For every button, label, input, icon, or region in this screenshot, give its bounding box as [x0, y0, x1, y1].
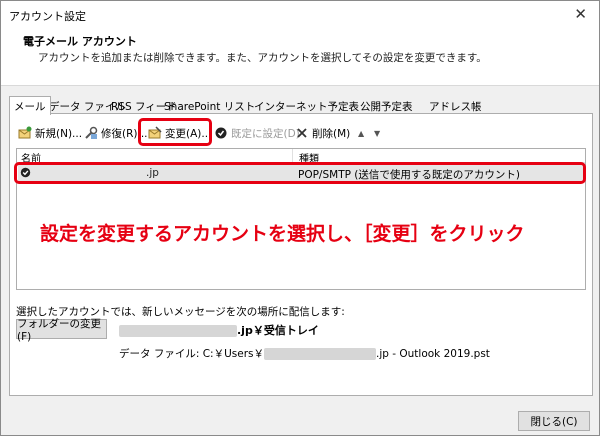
account-settings-dialog: アカウント設定 ✕ 電子メール アカウント アカウントを追加または削除できます。…: [0, 0, 600, 436]
data-file-path: データ ファイル: C:￥Users￥ .jp - Outlook 2019.ps…: [119, 346, 490, 361]
delete-button-label: 削除(M): [312, 127, 351, 140]
arrow-up-icon: ▲: [358, 128, 365, 138]
check-circle-icon: [214, 126, 228, 140]
tab-address-books[interactable]: アドレス帳: [427, 97, 484, 114]
tab-mail[interactable]: メール: [9, 96, 51, 115]
account-toolbar: 新規(N)... 修復(R)... 変更(A)... 既定に設定(D) 削除(M…: [18, 124, 588, 142]
column-separator: [292, 149, 293, 163]
instruction-annotation: 設定を変更するアカウントを選択し、［変更］をクリック: [40, 223, 525, 245]
delete-x-icon: [295, 126, 309, 140]
new-button[interactable]: 新規(N)...: [18, 124, 82, 142]
delete-button[interactable]: 削除(M): [295, 124, 350, 142]
close-button[interactable]: 閉じる(C): [518, 411, 590, 431]
inbox-path: .jp￥受信トレイ: [119, 322, 319, 338]
title-bar: アカウント設定 ✕: [1, 1, 599, 28]
move-up-button[interactable]: ▲: [358, 124, 364, 142]
move-down-button[interactable]: ▼: [374, 124, 380, 142]
redacted-account: [119, 325, 237, 337]
dialog-footer: [1, 397, 599, 435]
data-file-suffix: .jp - Outlook 2019.pst: [376, 348, 490, 360]
account-row-highlight: [14, 162, 586, 184]
header-title: 電子メール アカウント: [23, 35, 137, 48]
change-button-highlight: [138, 118, 212, 146]
redacted-path: [264, 348, 376, 360]
inbox-path-suffix: .jp￥受信トレイ: [237, 324, 319, 337]
new-account-icon: [18, 126, 32, 140]
arrow-down-icon: ▼: [374, 128, 381, 138]
list-header: 名前 種類: [17, 149, 585, 165]
tab-published-calendars[interactable]: 公開予定表: [358, 97, 415, 114]
set-default-button[interactable]: 既定に設定(D): [214, 124, 300, 142]
header-description: アカウントを追加または削除できます。また、アカウントを選択してその設定を変更でき…: [38, 52, 487, 64]
repair-icon: [84, 126, 98, 140]
set-default-button-label: 既定に設定(D): [231, 127, 300, 140]
dialog-header: 電子メール アカウント アカウントを追加または削除できます。また、アカウントを選…: [1, 28, 599, 86]
data-file-prefix: データ ファイル: C:￥Users￥: [119, 348, 264, 360]
new-button-label: 新規(N)...: [35, 127, 83, 140]
change-folder-button[interactable]: フォルダーの変更(F): [16, 318, 107, 343]
tab-internet-calendars[interactable]: インターネット予定表: [252, 97, 361, 114]
close-icon[interactable]: ✕: [574, 5, 587, 23]
tab-sharepoint-lists[interactable]: SharePoint リスト: [162, 97, 257, 114]
window-title: アカウント設定: [9, 10, 86, 23]
